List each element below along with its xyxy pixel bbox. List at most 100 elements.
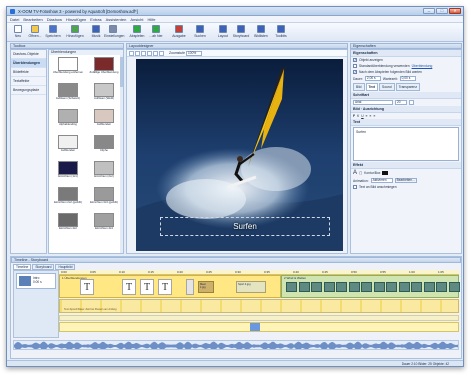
outline-icon[interactable]: ▢ <box>359 171 362 175</box>
zoom-out-icon[interactable] <box>135 50 140 56</box>
zoom-in-icon[interactable] <box>129 50 134 56</box>
safe-area-icon[interactable] <box>153 50 158 56</box>
text-object-icon[interactable]: T <box>140 279 154 295</box>
checkbox[interactable] <box>353 58 357 62</box>
image-thumbnail[interactable] <box>286 282 297 292</box>
toolbar-button-9[interactable]: Ausgabe <box>170 24 188 41</box>
toolbar-button-8[interactable]: ...ab hier <box>147 24 165 41</box>
nav-diashow-objekte[interactable]: Diashow-Objekte <box>11 50 46 59</box>
tab-transparenz[interactable]: Transparenz <box>395 83 420 91</box>
toolbar-button-14[interactable]: Toolbits <box>272 24 290 41</box>
transition-item[interactable]: Alphablending <box>51 108 85 133</box>
menu-hinzufuegen[interactable]: Hinzufügen <box>66 17 86 22</box>
option-text-fit[interactable]: Text an Bild anschmiegen <box>351 184 461 190</box>
menu-extras[interactable]: Extras <box>90 17 101 22</box>
toolbar-button-6[interactable]: Einstellungen <box>104 24 124 41</box>
nav-textaffekte[interactable]: Textaffekte <box>11 77 46 86</box>
duration-input[interactable]: 2,00 s <box>364 76 381 81</box>
edit-animation-button[interactable]: Bearbeiten... <box>394 178 417 183</box>
clip-sport[interactable]: Sport 4.jpg <box>236 281 266 293</box>
image-thumbnail[interactable] <box>448 282 460 292</box>
slide-image[interactable]: Surfen <box>136 59 343 251</box>
toolbar-button-11[interactable]: Layout <box>214 24 232 41</box>
checkbox[interactable] <box>353 70 357 74</box>
fit-icon[interactable] <box>141 50 146 56</box>
font-color-icon[interactable] <box>409 100 414 105</box>
minimize-button[interactable]: – <box>423 8 435 14</box>
image-thumbnail[interactable] <box>411 282 422 292</box>
image-thumbnail[interactable] <box>423 282 435 292</box>
image-thumbnail[interactable] <box>436 282 447 292</box>
toolbar-button-10[interactable]: Suchen <box>191 24 209 41</box>
font-select[interactable]: Arial <box>353 100 393 105</box>
nav-ueberblendungen[interactable]: Überblendungen <box>11 59 46 68</box>
transition-link[interactable]: Überblendung <box>412 64 433 68</box>
track-wind-waves[interactable]: 2 Wind & Wellen <box>281 275 460 298</box>
transition-item[interactable]: Zufällige Überblendung <box>87 56 121 81</box>
wait-input[interactable]: 0,00 s <box>399 76 416 81</box>
clip-meer[interactable]: Meer 1.jpg <box>198 281 214 293</box>
transition-item[interactable]: Einrichten 4x2 <box>51 212 85 237</box>
menu-assistenten[interactable]: Assistenten <box>106 17 127 22</box>
bold-icon[interactable]: F <box>353 114 355 118</box>
checkbox[interactable] <box>353 185 357 189</box>
transition-item[interactable]: Überblendung entfernen <box>51 56 85 81</box>
transition-item[interactable]: Aufblenden <box>87 108 121 133</box>
toolbar-button-4[interactable]: Hinzufügen <box>66 24 84 41</box>
image-thumbnail[interactable] <box>373 282 385 292</box>
image-thumbnail[interactable] <box>386 282 397 292</box>
toolbar-button-12[interactable]: Storyboard <box>232 24 250 41</box>
animation-select[interactable]: Aktivieren <box>370 178 393 183</box>
tab-text[interactable]: Text <box>365 83 379 91</box>
menu-datei[interactable]: Datei <box>10 17 19 22</box>
toolbar-button-3[interactable]: Speichern <box>44 24 62 41</box>
menu-bearbeiten[interactable]: Bearbeiten <box>23 17 42 22</box>
image-thumbnail[interactable] <box>298 282 310 292</box>
transition-item[interactable]: Aufblenden <box>51 134 85 159</box>
menu-hilfe[interactable]: Hilfe <box>147 17 155 22</box>
transition-item[interactable]: Auflösen (Schwarz) <box>51 82 85 107</box>
align-left-icon[interactable]: ≡ <box>366 114 368 118</box>
playhead-marker[interactable] <box>250 323 260 331</box>
toolbar-button-7[interactable]: Abspielen <box>128 24 146 41</box>
nav-bildeffekte[interactable]: Bildeffekte <box>11 68 46 77</box>
toolbar-button-13[interactable]: Bildlisten <box>252 24 270 41</box>
transition-item[interactable]: Auflösen (Weiß) <box>87 82 121 107</box>
maximize-button[interactable]: □ <box>436 8 448 14</box>
text-input[interactable]: Surfen <box>353 127 459 161</box>
tab-sound[interactable]: Sound <box>379 83 395 91</box>
image-thumbnail[interactable] <box>361 282 372 292</box>
menu-diashow[interactable]: Diashow <box>47 17 62 22</box>
text-band-track[interactable]: Text-Sprechblase: Zeit bei Pausen am Anf… <box>59 299 459 313</box>
underline-icon[interactable]: U <box>361 114 363 118</box>
image-thumbnail[interactable] <box>348 282 360 292</box>
text-object-icon[interactable]: T <box>80 279 94 295</box>
marker-band[interactable] <box>59 322 459 332</box>
transition-item[interactable]: Einrichten (1x1) <box>51 160 85 185</box>
secondary-band[interactable] <box>59 315 459 321</box>
italic-icon[interactable]: K <box>357 114 359 118</box>
transition-item[interactable]: Cliphe <box>87 134 121 159</box>
tab-bild[interactable]: Bild <box>353 83 365 91</box>
nav-bewegungspfade[interactable]: Bewegungspfade <box>11 86 46 95</box>
track-transitions[interactable]: 1 Überblendungen T T T T Meer 1.jpg Spor… <box>59 275 281 298</box>
align-right-icon[interactable]: ≡ <box>373 114 375 118</box>
image-thumbnail[interactable] <box>336 282 347 292</box>
slide-caption[interactable]: Surfen <box>160 217 330 236</box>
image-thumbnail[interactable] <box>398 282 410 292</box>
checkbox[interactable] <box>353 64 357 68</box>
align-icon[interactable] <box>159 50 164 56</box>
text-object-icon[interactable]: T <box>122 279 136 295</box>
close-button[interactable]: ✕ <box>449 8 461 14</box>
transition-item[interactable]: Einrichten 2x2 (gefüllt) <box>51 186 85 211</box>
text-effect-icon[interactable]: A <box>353 170 357 176</box>
transition-item[interactable]: Einrichten (2x2) <box>87 160 121 185</box>
timeline-object-card[interactable]: Intro 0:00 s <box>16 273 56 289</box>
grid-toggle-icon[interactable] <box>147 50 152 56</box>
toolbar-button-5[interactable]: Musik <box>87 24 105 41</box>
image-thumbnail[interactable] <box>323 282 335 292</box>
image-thumbnail[interactable] <box>311 282 322 292</box>
transition-item[interactable]: Einrichten 4x4 <box>87 212 121 237</box>
audio-waveform[interactable] <box>13 340 459 350</box>
menu-ansicht[interactable]: Ansicht <box>130 17 143 22</box>
